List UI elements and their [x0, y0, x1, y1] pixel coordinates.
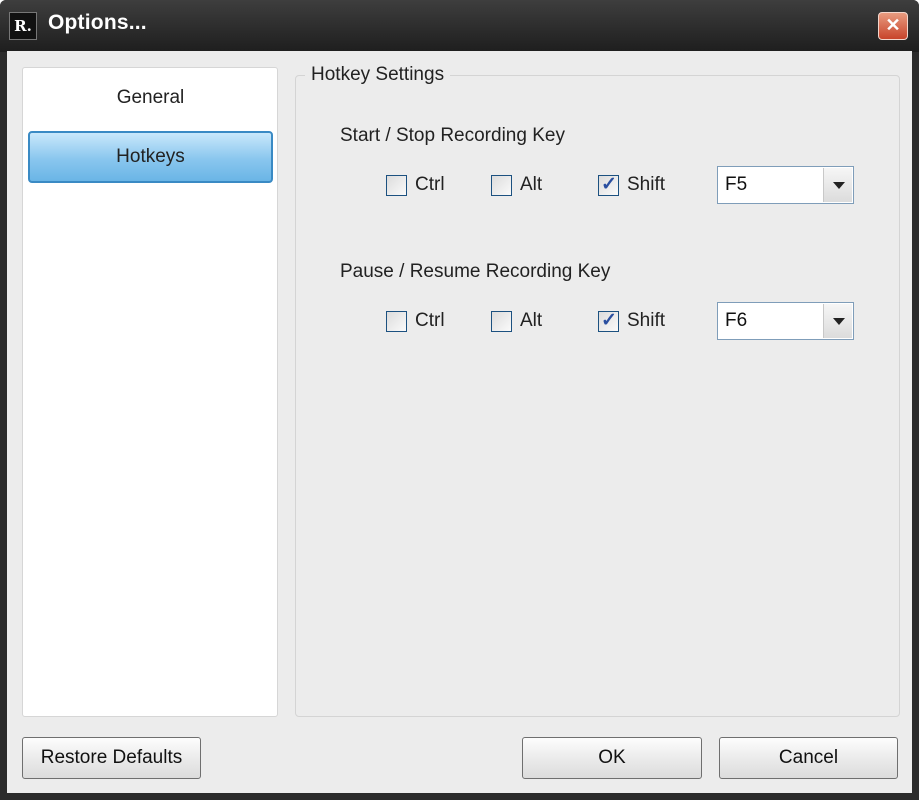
start-stop-shift-label: Shift: [627, 174, 666, 195]
pause-resume-alt-checkbox[interactable]: [491, 311, 512, 332]
restore-defaults-button[interactable]: Restore Defaults: [22, 737, 201, 779]
options-dialog: R. Options... ✕ General Hotkeys Hotkey S…: [0, 0, 919, 800]
pause-resume-ctrl-checkbox[interactable]: [386, 311, 407, 332]
chevron-down-icon[interactable]: [823, 304, 852, 338]
start-stop-shift-checkbox[interactable]: ✓: [598, 174, 619, 196]
nav-item-general[interactable]: General: [28, 72, 273, 124]
start-stop-label: Start / Stop Recording Key: [340, 125, 565, 146]
start-stop-key-value: F5: [725, 174, 748, 195]
category-list: General Hotkeys: [22, 67, 278, 717]
close-icon: ✕: [885, 15, 901, 35]
pause-resume-label: Pause / Resume Recording Key: [340, 261, 611, 282]
nav-item-hotkeys[interactable]: Hotkeys: [28, 131, 273, 183]
ok-button[interactable]: OK: [522, 737, 702, 779]
pause-resume-ctrl-label: Ctrl: [415, 310, 445, 331]
close-button[interactable]: ✕: [878, 12, 908, 40]
start-stop-alt-checkbox[interactable]: [491, 175, 512, 196]
pause-resume-shift-label: Shift: [627, 310, 666, 331]
start-stop-ctrl-label: Ctrl: [415, 174, 445, 195]
start-stop-ctrl-checkbox[interactable]: [386, 175, 407, 196]
start-stop-alt-label: Alt: [520, 174, 543, 195]
title-bar[interactable]: R. Options... ✕: [0, 0, 919, 52]
pause-resume-alt-label: Alt: [520, 310, 543, 331]
cancel-button[interactable]: Cancel: [719, 737, 898, 779]
start-stop-key-select[interactable]: F5: [717, 166, 854, 204]
chevron-down-icon[interactable]: [823, 168, 852, 202]
app-logo-icon: R.: [9, 12, 37, 40]
pause-resume-key-select[interactable]: F6: [717, 302, 854, 340]
window-title: Options...: [48, 11, 147, 34]
checkmark-icon: ✓: [601, 310, 617, 331]
dialog-body: General Hotkeys Hotkey Settings Start / …: [7, 51, 912, 793]
pause-resume-key-value: F6: [725, 310, 748, 331]
hotkey-settings-title: Hotkey Settings: [305, 64, 451, 86]
checkmark-icon: ✓: [601, 174, 617, 195]
pause-resume-shift-checkbox[interactable]: ✓: [598, 310, 619, 332]
